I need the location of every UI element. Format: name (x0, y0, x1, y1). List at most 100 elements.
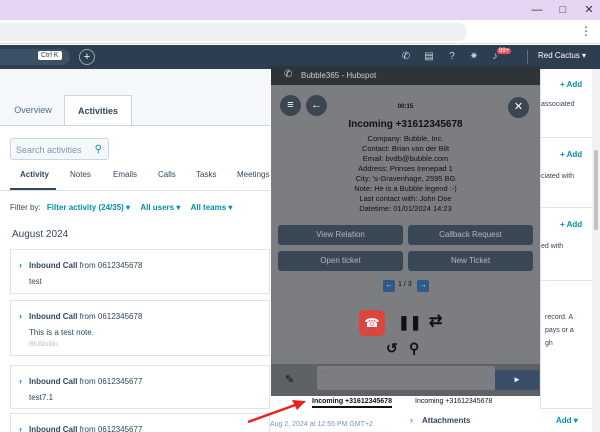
open-ticket-button[interactable]: Open ticket (278, 251, 403, 271)
browser-titlebar: — □ ✕ (0, 0, 600, 20)
filter-row: Filter by: Filter activity (24/35) ▾ All… (10, 203, 232, 212)
pager-text: 1 / 3 (398, 281, 412, 288)
incoming-call-title: Incoming +31612345678 (348, 119, 463, 130)
activity-number: 0612345678 (97, 261, 143, 270)
activity-number: 0612345677 (97, 377, 143, 386)
add-link[interactable]: + Add (560, 220, 582, 229)
attachments-add-label: Add (556, 416, 572, 425)
call-tab-active[interactable]: Incoming +31612345678 (312, 398, 392, 408)
caller-info-line: City: 's-Gravenhage, 2595 BG (355, 174, 456, 183)
call-history-icon[interactable]: ↺ (386, 340, 398, 357)
calling-icon[interactable]: ✆ (400, 51, 412, 63)
activity-card[interactable]: › Inbound Call from 0612345677 (10, 413, 270, 432)
search-icon: ⚲ (94, 144, 102, 155)
filter-by-label: Filter by: (10, 203, 41, 212)
view-relation-button[interactable]: View Relation (278, 225, 403, 245)
callback-request-button[interactable]: Callback Request (408, 225, 533, 245)
pager-prev-icon[interactable]: ← (383, 280, 395, 292)
sidebar-snippet: gh (545, 340, 553, 347)
settings-gear-icon[interactable]: ✷ (468, 51, 480, 63)
activity-type: Inbound Call (29, 261, 78, 270)
subtab-emails[interactable]: Emails (113, 170, 137, 179)
activity-type: Inbound Call (29, 377, 78, 386)
attachments-section[interactable]: › Attachments Add ▾ (400, 408, 592, 432)
edit-note-icon[interactable]: ✎ (285, 373, 294, 386)
close-window-icon[interactable]: ✕ (582, 3, 596, 17)
chevron-right-icon[interactable]: › (19, 311, 22, 321)
browser-toolbar: ⋮ (0, 20, 600, 44)
subtab-meetings[interactable]: Meetings (237, 170, 269, 179)
transfer-icon[interactable]: ⇄ (429, 311, 442, 331)
attachments-label: Attachments (422, 416, 471, 425)
activity-card[interactable]: › Inbound Call from 0612345678 test (10, 249, 270, 294)
pager-next-icon[interactable]: → (417, 280, 429, 292)
subtab-calls[interactable]: Calls (158, 170, 176, 179)
filter-activity-dropdown[interactable]: Filter activity (24/35) ▾ (47, 203, 130, 212)
activity-type: Inbound Call (29, 312, 78, 321)
caller-info-line: Contact: Brian van der Bilt (361, 144, 450, 153)
caller-info-line: Email: bvdb@bubble.com (362, 154, 449, 163)
softphone-title: Bubble365 - Hubspot (301, 71, 377, 80)
activity-number: 0612345677 (97, 425, 143, 432)
activity-body: test (29, 277, 42, 286)
subtab-activity[interactable]: Activity (20, 170, 49, 179)
attachments-add-button[interactable]: Add ▾ (556, 416, 578, 425)
marketplace-icon[interactable]: ▤ (423, 51, 435, 63)
activity-title: Inbound Call from 0612345677 (29, 377, 142, 386)
notification-count-badge: 99+ (497, 48, 512, 54)
chevron-right-icon[interactable]: › (19, 260, 22, 270)
activity-from-label: from (79, 377, 96, 386)
record-main-pane: Overview Activities Search activities ⚲ … (0, 69, 270, 432)
hold-pause-icon[interactable]: ❚❚ (398, 314, 421, 331)
scrollbar-thumb[interactable] (594, 150, 598, 230)
maximize-icon[interactable]: □ (556, 3, 570, 17)
tab-activities[interactable]: Activities (64, 95, 132, 125)
activity-card[interactable]: › Inbound Call from 0612345677 test7.1 (10, 365, 270, 409)
sidebar-divider (540, 137, 592, 138)
send-button[interactable]: ► (495, 370, 539, 390)
activity-from-label: from (79, 425, 96, 432)
add-link[interactable]: + Add (560, 150, 582, 159)
call-tab[interactable]: Incoming +31612345678 (415, 398, 492, 405)
add-link[interactable]: + Add (560, 80, 582, 89)
subtab-tasks[interactable]: Tasks (196, 170, 216, 179)
sidebar-divider (540, 207, 592, 208)
month-heading: August 2024 (12, 229, 69, 240)
activity-body: test7.1 (29, 393, 54, 402)
softphone-footer: ✎ ... ► (271, 364, 540, 396)
chevron-right-icon[interactable]: › (19, 376, 22, 386)
chevron-right-icon[interactable]: › (19, 424, 22, 432)
activity-number: 0612345678 (97, 312, 143, 321)
global-search-input[interactable]: Ctrl K (0, 49, 70, 65)
activity-body: This is a test note. (29, 328, 94, 337)
caller-info-line: Address: Prinses Irenepad 1 (358, 164, 453, 173)
page-scrollbar[interactable] (592, 69, 600, 432)
account-name: Red Cactus (538, 51, 580, 60)
sidebar-snippet: pays or a (545, 327, 574, 334)
minimize-icon[interactable]: — (530, 3, 544, 17)
tab-overview[interactable]: Overview (2, 95, 64, 125)
activity-body-extra: Blublublu (29, 341, 58, 348)
help-icon[interactable]: ? (446, 51, 458, 63)
search-icon[interactable]: ⚲ (409, 340, 419, 357)
filter-users-dropdown[interactable]: All users ▾ (140, 203, 180, 212)
new-ticket-button[interactable]: New Ticket (408, 251, 533, 271)
hangup-button[interactable]: ☎ (359, 310, 385, 336)
sidebar-snippet: ciated with (541, 173, 575, 180)
account-menu[interactable]: Red Cactus ▾ (538, 51, 586, 60)
softphone-header: ✆ Bubble365 - Hubspot (271, 66, 540, 85)
address-bar[interactable] (0, 23, 467, 41)
caller-info-line: Datetime: 01/01/2024 14:23 (359, 204, 452, 213)
subtab-notes[interactable]: Notes (70, 170, 91, 179)
note-input-placeholder: ... (322, 368, 328, 375)
create-plus-icon[interactable]: + (79, 49, 95, 65)
sidebar-snippet: associated (541, 101, 575, 108)
search-activities-input[interactable]: Search activities ⚲ (10, 138, 109, 160)
sidebar-snippet: record. A (545, 314, 574, 321)
note-input[interactable]: ... (317, 366, 495, 390)
activity-card[interactable]: › Inbound Call from 0612345678 This is a… (10, 300, 270, 356)
browser-menu-icon[interactable]: ⋮ (580, 24, 592, 38)
filter-teams-dropdown[interactable]: All teams ▾ (191, 203, 233, 212)
activity-type: Inbound Call (29, 425, 78, 432)
chevron-right-icon[interactable]: › (410, 415, 413, 425)
